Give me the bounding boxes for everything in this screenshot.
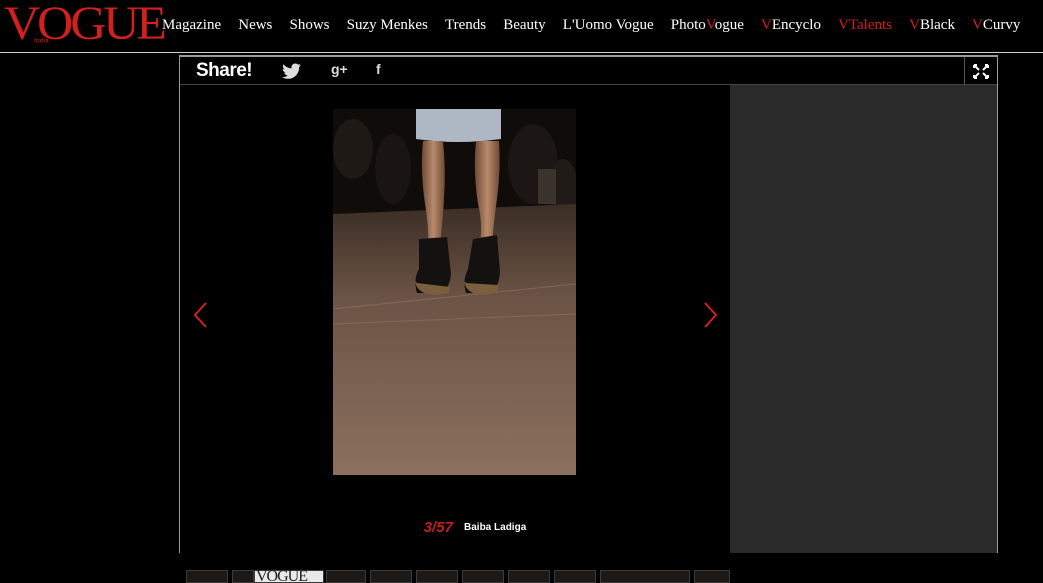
next-image-button[interactable] [700,300,720,330]
nav-item-vblack[interactable]: VBlack [909,17,955,34]
thumbnail[interactable] [462,570,504,583]
vogue-logo[interactable]: VOGUE Italia [4,0,167,50]
nav-item-suzy-menkes[interactable]: Suzy Menkes [347,17,428,34]
thumbnail[interactable] [554,570,596,583]
nav-item-trends[interactable]: Trends [445,17,486,34]
thumbnail[interactable] [416,570,458,583]
nav-vcurvy-accent: V [972,17,983,33]
share-label: Share! [196,60,253,81]
top-navigation-bar: VOGUE Italia Magazine News Shows Suzy Me… [0,0,1043,52]
image-counter: 3/57 [423,519,453,536]
fullscreen-icon [973,64,989,79]
nav-item-news[interactable]: News [238,17,272,34]
side-panel [730,85,997,553]
nav-photovogue-pre: Photo [670,17,706,33]
nav-item-magazine[interactable]: Magazine [162,17,221,34]
thumbnail[interactable] [694,570,730,583]
chevron-left-icon [193,302,207,328]
nav-vencyclo-accent: V [760,17,772,33]
thumbnail-vogue[interactable]: VOGUE [254,570,324,583]
nav-vtalents-accent: V [838,17,849,33]
image-viewer: 3/57 Baiba Ladiga VOGUE [180,85,730,583]
thumbnail[interactable] [326,570,366,583]
thumbnail[interactable] [370,570,412,583]
share-bar: Share! g+ f [180,55,997,85]
nav-divider [0,52,1043,53]
runway-photo [333,109,576,475]
previous-image-button[interactable] [191,300,211,330]
thumbnail-strip: VOGUE [186,570,730,583]
google-plus-icon[interactable]: g+ [331,61,351,77]
nav-item-vcurvy[interactable]: VCurvy [972,17,1020,34]
twitter-icon[interactable] [282,63,302,79]
nav-vblack-accent: V [909,17,920,33]
thumbnail[interactable] [600,570,690,583]
thumbnail[interactable] [186,570,228,583]
nav-vcurvy-label: Curvy [982,17,1021,33]
thumbnail[interactable] [232,570,254,583]
thumbnail[interactable] [508,570,550,583]
logo-prefix: Italia [34,37,49,45]
facebook-icon[interactable]: f [376,61,396,77]
nav-vencyclo-label: Encyclo [771,17,821,33]
nav-vblack-label: Black [919,17,955,33]
designer-name: Baiba Ladiga [464,522,527,533]
main-nav: Magazine News Shows Suzy Menkes Trends B… [162,14,1032,34]
nav-item-shows[interactable]: Shows [290,17,330,34]
nav-photovogue-label: ogue [714,17,744,33]
fullscreen-button[interactable] [964,57,997,85]
nav-item-beauty[interactable]: Beauty [503,17,546,34]
image-caption: 3/57 Baiba Ladiga [180,517,730,536]
nav-item-luomo-vogue[interactable]: L'Uomo Vogue [563,17,654,34]
nav-item-photovogue[interactable]: PhotoVogue [671,17,744,34]
chevron-right-icon [704,302,718,328]
logo-text: VOGUE [4,0,167,50]
photo-gallery: Share! g+ f 3/57 Baiba Ladiga VOGUE [179,55,998,583]
nav-photovogue-accent: V [705,17,715,33]
thumbnail-vogue-logo: VOGUE [256,570,308,583]
nav-item-vencyclo[interactable]: VEncyclo [761,17,821,34]
nav-item-vtalents[interactable]: VTalents [838,17,892,34]
nav-vtalents-label: Talents [848,17,893,33]
